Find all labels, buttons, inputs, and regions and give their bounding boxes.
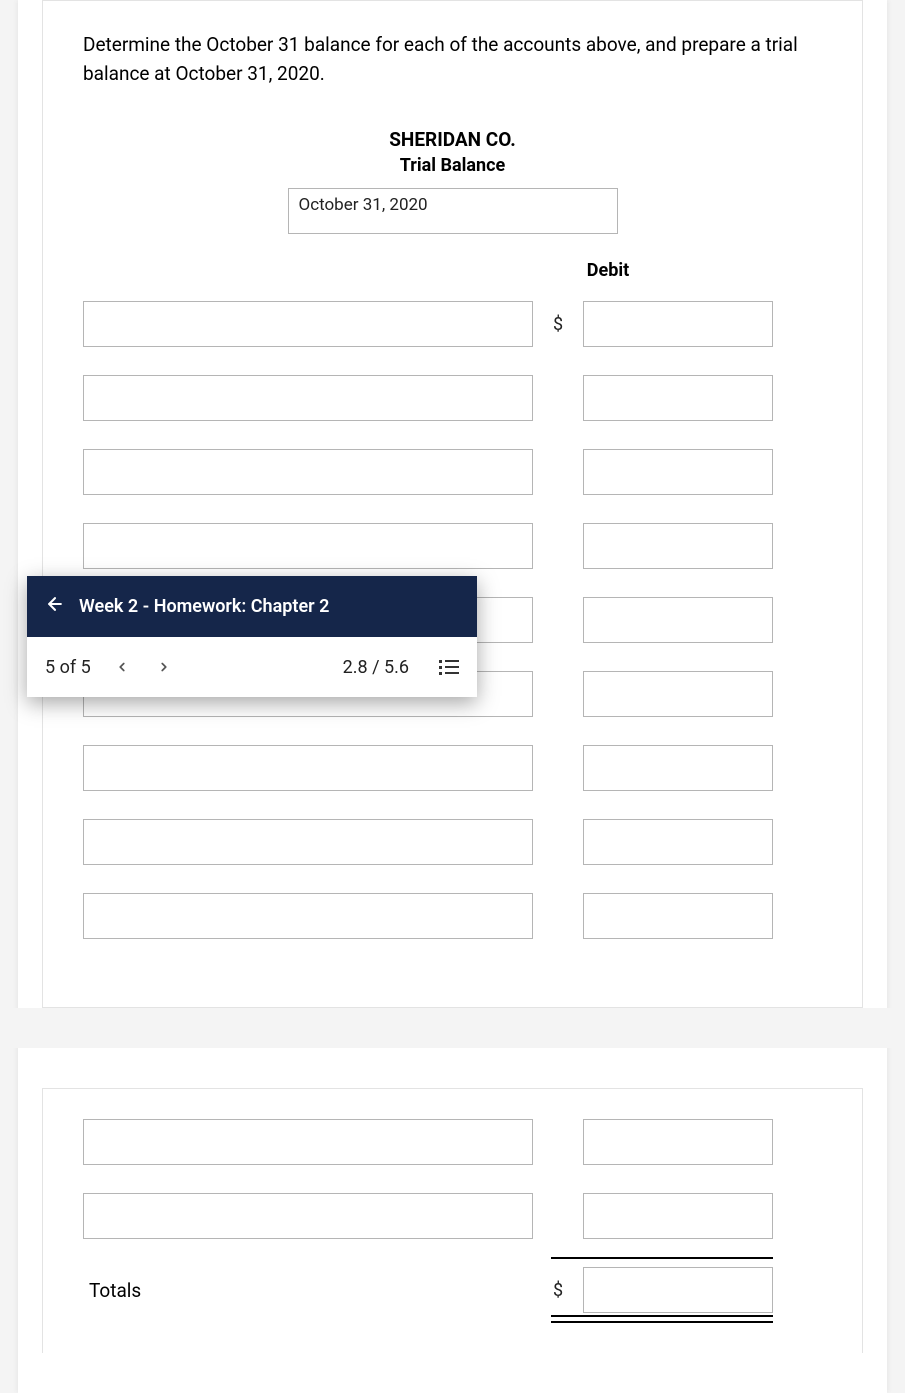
- assignment-nav-footer: 5 of 5 2.8 / 5.6: [27, 637, 477, 697]
- debit-input[interactable]: [583, 301, 773, 347]
- card-gap: [0, 1008, 905, 1048]
- table-row: $: [83, 893, 822, 939]
- debit-input[interactable]: [583, 819, 773, 865]
- debit-input[interactable]: [583, 375, 773, 421]
- dollar-sign: $: [547, 1280, 569, 1301]
- score-label: 2.8 / 5.6: [343, 657, 409, 678]
- dollar-sign: $: [547, 314, 569, 335]
- account-select[interactable]: [83, 523, 533, 569]
- debit-input[interactable]: [583, 597, 773, 643]
- question-count: 5 of 5: [45, 657, 91, 678]
- report-label: Trial Balance: [83, 155, 822, 176]
- totals-label: Totals: [83, 1279, 533, 1302]
- question-card-top: Determine the October 31 balance for eac…: [42, 1, 863, 1008]
- debit-input[interactable]: [583, 745, 773, 791]
- table-row: $: [83, 819, 822, 865]
- table-row: $: [83, 745, 822, 791]
- table-row: $: [83, 449, 822, 495]
- prev-question-button[interactable]: [111, 655, 133, 679]
- debit-input[interactable]: [583, 671, 773, 717]
- assignment-title: Week 2 - Homework: Chapter 2: [79, 596, 329, 617]
- debit-input[interactable]: [583, 449, 773, 495]
- debit-input[interactable]: [583, 523, 773, 569]
- account-rows-bottom: $ $: [83, 1119, 822, 1239]
- account-select[interactable]: [83, 893, 533, 939]
- account-select[interactable]: [83, 745, 533, 791]
- assignment-nav-header[interactable]: Week 2 - Homework: Chapter 2: [27, 576, 477, 637]
- next-question-button[interactable]: [153, 655, 175, 679]
- account-select[interactable]: [83, 449, 533, 495]
- assignment-nav-card: Week 2 - Homework: Chapter 2 5 of 5 2.8 …: [27, 576, 477, 697]
- totals-debit-input[interactable]: [583, 1267, 773, 1313]
- account-select[interactable]: [83, 1119, 533, 1165]
- account-select[interactable]: [83, 819, 533, 865]
- debit-input[interactable]: [583, 893, 773, 939]
- totals-row: Totals $: [83, 1267, 822, 1313]
- table-row: $: [83, 301, 822, 347]
- account-select[interactable]: [83, 301, 533, 347]
- back-arrow-icon[interactable]: [45, 594, 65, 619]
- debit-input[interactable]: [583, 1119, 773, 1165]
- account-select[interactable]: [83, 375, 533, 421]
- question-list-icon[interactable]: [439, 660, 459, 675]
- debit-column-header: Debit: [513, 260, 703, 281]
- company-name: SHERIDAN CO.: [83, 128, 822, 151]
- instruction-text: Determine the October 31 balance for eac…: [83, 31, 822, 88]
- trial-balance-header-block: SHERIDAN CO. Trial Balance October 31, 2…: [83, 128, 822, 281]
- table-row: $: [83, 523, 822, 569]
- table-row: $: [83, 1119, 822, 1165]
- question-card-bottom: $ $ Totals $: [42, 1088, 863, 1353]
- table-row: $: [83, 375, 822, 421]
- date-select[interactable]: October 31, 2020: [288, 188, 618, 234]
